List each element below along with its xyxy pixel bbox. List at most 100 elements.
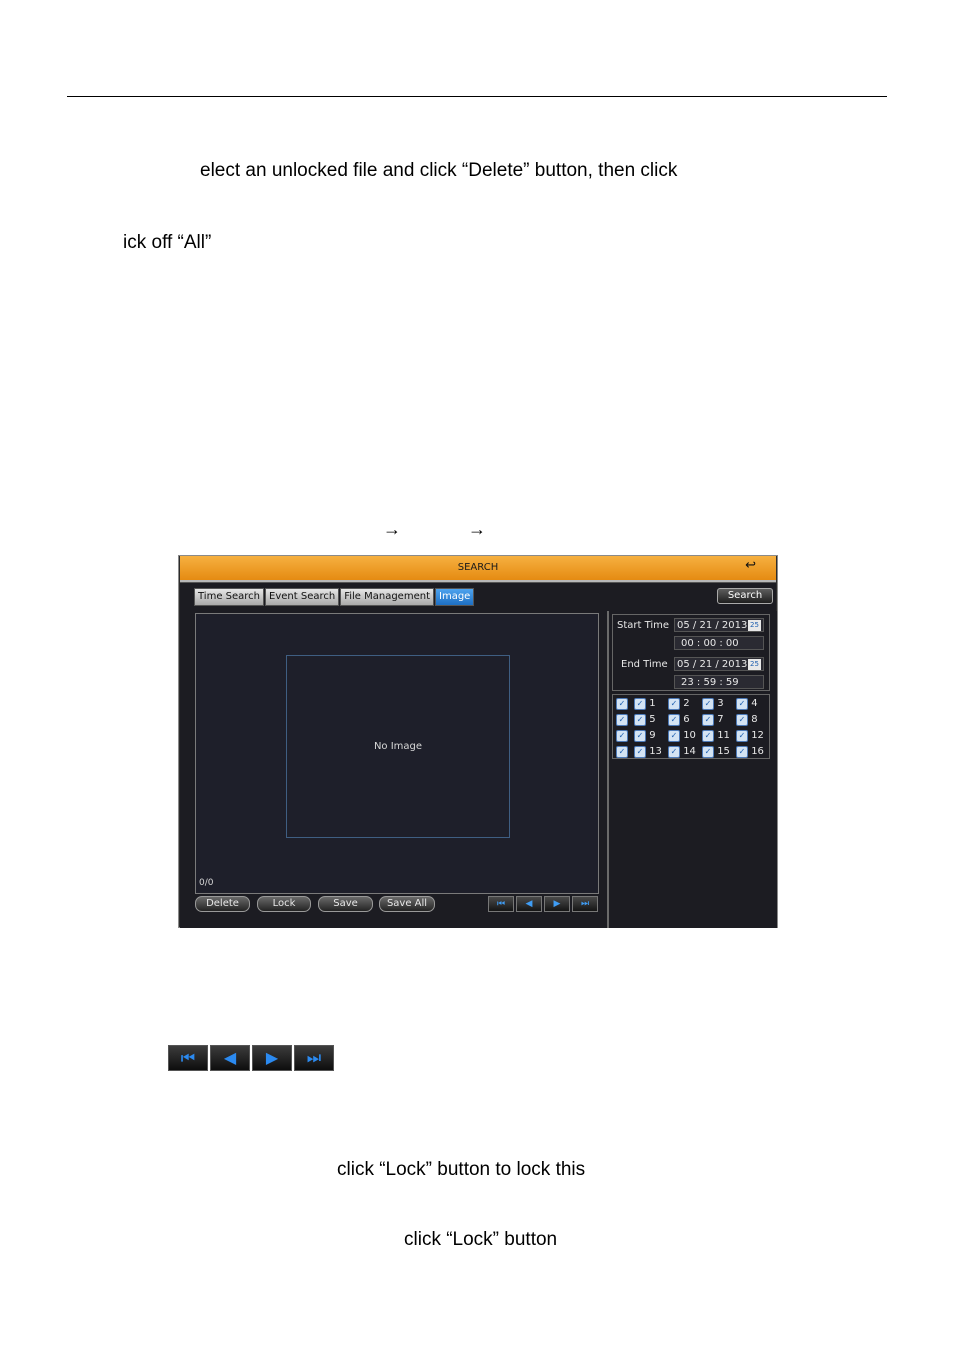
channel-checkbox[interactable]: ✓ 9 [634,730,656,742]
check-icon[interactable]: ✓ [702,730,714,742]
channel-label: 2 [683,698,690,709]
search-button[interactable]: Search [717,588,773,604]
channel-checkbox[interactable]: ✓ 4 [736,698,758,710]
tab-time-search[interactable]: Time Search [194,588,265,606]
calendar-icon[interactable]: 25 [748,659,761,670]
channel-label: 13 [649,746,662,757]
header-rule [67,96,887,97]
channel-label: 12 [751,730,764,741]
end-date-field[interactable]: 05 / 21 / 2013 25 [674,657,764,671]
save-all-button[interactable]: Save All [379,896,435,912]
tab-event-search[interactable]: Event Search [265,588,340,606]
calendar-icon[interactable]: 25 [748,620,761,631]
check-icon[interactable]: ✓ [616,746,628,758]
window-title: SEARCH [457,562,499,573]
channel-label: 6 [683,714,690,725]
channel-checkbox[interactable]: ✓ 1 [634,698,656,710]
all-checkbox[interactable]: ✓ [616,746,628,758]
channel-label: 1 [649,698,656,709]
paragraph-line-lock: click “Lock” button to lock this [337,1159,586,1180]
channel-checkbox[interactable]: ✓ 7 [702,714,724,726]
channel-label: 16 [751,746,764,757]
start-time-field[interactable]: 00 : 00 : 00 [674,636,764,650]
channel-checkbox[interactable]: ✓ 8 [736,714,758,726]
channel-label: 8 [751,714,758,725]
search-panel: Time Search Event Search File Management… [180,582,777,928]
channel-selector: ✓ ✓ ✓ ✓ ✓ 1 ✓ 2 ✓ 3 ✓ 4 ✓ 5 ✓ 6 ✓ 7 ✓ 8 … [612,694,770,759]
channel-label: 3 [717,698,724,709]
check-icon[interactable]: ✓ [702,746,714,758]
channel-label: 15 [717,746,730,757]
prev-icon[interactable]: ◀ [516,896,542,912]
back-icon[interactable]: ↩ [745,558,756,573]
channel-checkbox[interactable]: ✓ 6 [668,714,690,726]
channel-checkbox[interactable]: ✓ 16 [736,746,764,758]
no-image-label: No Image [373,741,423,752]
check-icon[interactable]: ✓ [736,714,748,726]
check-icon[interactable]: ✓ [668,714,680,726]
paragraph-line-unlock: click “Lock” button [404,1229,558,1250]
tab-bar: Time Search Event Search File Management… [194,588,475,606]
first-icon: ⏮ [168,1045,208,1071]
all-checkbox[interactable]: ✓ [616,730,628,742]
check-icon[interactable]: ✓ [668,746,680,758]
check-icon[interactable]: ✓ [668,730,680,742]
arrow-right-icon: → [383,519,401,539]
channel-checkbox[interactable]: ✓ 14 [668,746,696,758]
end-date-value: 05 / 21 / 2013 [677,659,748,670]
save-button[interactable]: Save [318,896,373,912]
tab-file-management[interactable]: File Management [340,588,434,606]
time-range-box: Start Time 05 / 21 / 2013 25 00 : 00 : 0… [612,614,770,691]
image-preview: No Image 0/0 [195,613,599,894]
channel-label: 7 [717,714,724,725]
image-placeholder: No Image [286,655,510,838]
channel-label: 9 [649,730,656,741]
channel-checkbox[interactable]: ✓ 12 [736,730,764,742]
channel-label: 5 [649,714,656,725]
start-time-label: Start Time [617,620,670,631]
check-icon[interactable]: ✓ [616,714,628,726]
channel-checkbox[interactable]: ✓ 13 [634,746,662,758]
check-icon[interactable]: ✓ [736,730,748,742]
channel-label: 11 [717,730,730,741]
end-time-field[interactable]: 23 : 59 : 59 [674,675,764,689]
check-icon[interactable]: ✓ [702,698,714,710]
channel-checkbox[interactable]: ✓ 3 [702,698,724,710]
next-icon[interactable]: ▶ [544,896,570,912]
check-icon[interactable]: ✓ [634,698,646,710]
prev-icon: ◀ [210,1045,250,1071]
channel-checkbox[interactable]: ✓ 2 [668,698,690,710]
channel-checkbox[interactable]: ✓ 10 [668,730,696,742]
all-checkbox[interactable]: ✓ [616,714,628,726]
first-icon[interactable]: ⏮ [488,896,514,912]
check-icon[interactable]: ✓ [668,698,680,710]
image-counter: 0/0 [199,878,214,888]
check-icon[interactable]: ✓ [634,714,646,726]
playback-icon-strip: ⏮ ◀ ▶ ⏭ [168,1045,336,1071]
window-titlebar: SEARCH ↩ [180,556,776,582]
end-time-label: End Time [621,659,668,670]
check-icon[interactable]: ✓ [702,714,714,726]
lock-button[interactable]: Lock [257,896,311,912]
filter-sidebar: Start Time 05 / 21 / 2013 25 00 : 00 : 0… [607,611,777,928]
delete-button[interactable]: Delete [195,896,250,912]
channel-checkbox[interactable]: ✓ 5 [634,714,656,726]
channel-label: 14 [683,746,696,757]
check-icon[interactable]: ✓ [616,730,628,742]
channel-label: 4 [751,698,758,709]
check-icon[interactable]: ✓ [736,746,748,758]
channel-label: 10 [683,730,696,741]
tab-image[interactable]: Image [435,588,475,606]
check-icon[interactable]: ✓ [634,730,646,742]
channel-checkbox[interactable]: ✓ 15 [702,746,730,758]
check-icon[interactable]: ✓ [634,746,646,758]
check-icon[interactable]: ✓ [616,698,628,710]
check-icon[interactable]: ✓ [736,698,748,710]
channel-checkbox[interactable]: ✓ 11 [702,730,730,742]
last-icon: ⏭ [294,1045,334,1071]
arrow-right-icon: → [468,519,486,539]
start-date-value: 05 / 21 / 2013 [677,620,748,631]
start-date-field[interactable]: 05 / 21 / 2013 25 [674,618,764,632]
all-checkbox[interactable]: ✓ [616,698,628,710]
last-icon[interactable]: ⏭ [572,896,598,912]
